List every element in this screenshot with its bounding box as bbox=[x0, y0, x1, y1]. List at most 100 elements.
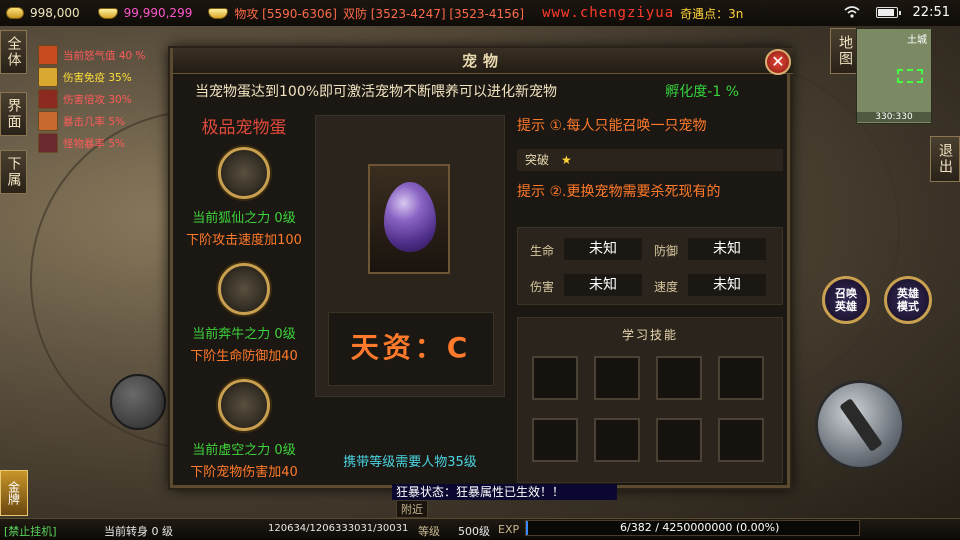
talent-grade: 天资：C bbox=[328, 312, 494, 386]
pet-dialog: 宠物 ✕ 当宠物蛋达到100%即可激活宠物不断喂养可以进化新宠物 孵化度-1 %… bbox=[170, 48, 793, 491]
pet-next: 下阶攻击速度加100 bbox=[186, 233, 302, 248]
buff-label: 伤害倍攻 30% bbox=[63, 93, 132, 106]
egg-list-title: 极品宠物蛋 bbox=[201, 118, 287, 138]
skill-slot[interactable] bbox=[532, 418, 578, 462]
hero-mode-label: 英雄 模式 bbox=[897, 287, 919, 313]
tab-all[interactable]: 全体 bbox=[0, 30, 27, 74]
gold-amount: 998,000 bbox=[30, 6, 80, 20]
skill-slot[interactable] bbox=[656, 418, 702, 462]
stat-value: 未知 bbox=[688, 274, 766, 296]
player-marker bbox=[897, 69, 923, 83]
skill-slot[interactable] bbox=[718, 418, 764, 462]
skill-slot[interactable] bbox=[532, 356, 578, 400]
breakthrough-row: 突破 ★ bbox=[517, 149, 783, 171]
summon-hero-button[interactable]: 召唤 英雄 bbox=[822, 276, 870, 324]
tip-one: 提示 ①.每人只能召唤一只宠物 bbox=[517, 118, 707, 134]
hp-readout: 120634/1206333031/30031 bbox=[268, 523, 409, 534]
tab-subordinates[interactable]: 下属 bbox=[0, 150, 27, 194]
carry-requirement: 携带等级需要人物35级 bbox=[343, 455, 477, 470]
stat-value: 未知 bbox=[564, 238, 642, 260]
summon-hero-label: 召唤 英雄 bbox=[835, 287, 857, 313]
buff-list: 当前怒气值 40 % 伤害免疫 35% 伤害倍攻 30% 暴击几率 5% 怪物暴… bbox=[38, 44, 146, 154]
status-bar: 998,000 99,990,299 物攻 [5590-6306] 双防 [35… bbox=[0, 0, 960, 26]
clock: 22:51 bbox=[912, 5, 950, 20]
site-url: www.chengziyua bbox=[542, 5, 675, 21]
break-label: 突破 bbox=[525, 153, 550, 167]
stat-label: 生命 bbox=[530, 244, 555, 258]
buff-item: 暴击几率 5% bbox=[38, 110, 146, 132]
star-icon: ★ bbox=[561, 153, 572, 167]
pet-next: 下阶宠物伤害加40 bbox=[190, 465, 298, 480]
skill-panel: 学习技能 bbox=[517, 317, 783, 483]
wifi-icon bbox=[844, 6, 860, 18]
ingot-icon bbox=[97, 7, 118, 19]
hatch-progress: 孵化度-1 % bbox=[665, 84, 739, 100]
pet-level: 当前奔牛之力 0级 bbox=[192, 327, 296, 342]
location-text: 奇遇点：3n bbox=[680, 6, 744, 21]
sword-icon bbox=[839, 398, 883, 452]
wolf-portrait-icon bbox=[218, 147, 270, 199]
autoplay-toggle[interactable]: [禁止挂机] bbox=[4, 523, 57, 539]
buff-label: 暴击几率 5% bbox=[63, 115, 125, 128]
skills-title: 学习技能 bbox=[621, 328, 678, 342]
minimap-name: 土城 bbox=[907, 35, 927, 46]
stat-label: 速度 bbox=[654, 280, 679, 294]
buff-item: 当前怒气值 40 % bbox=[38, 44, 146, 66]
skill-slot[interactable] bbox=[594, 418, 640, 462]
buff-item: 伤害倍攻 30% bbox=[38, 88, 146, 110]
stat-value: 未知 bbox=[688, 238, 766, 260]
egg-frame bbox=[368, 164, 450, 274]
dialog-title: 宠物 bbox=[173, 48, 793, 74]
drop-buff-icon bbox=[38, 133, 58, 153]
shield-buff-icon bbox=[38, 67, 58, 87]
level-value: 500级 bbox=[458, 525, 490, 538]
skill-slot[interactable] bbox=[656, 356, 702, 400]
skill-slot[interactable] bbox=[718, 356, 764, 400]
egg-display: 天资：C bbox=[315, 115, 505, 397]
close-button[interactable]: ✕ bbox=[765, 49, 791, 75]
pet-item[interactable]: 当前狐仙之力 0级 下阶攻击速度加100 bbox=[179, 147, 309, 248]
pet-stats: 生命 未知 防御 未知 伤害 未知 速度 未知 bbox=[517, 227, 783, 305]
stat-label: 伤害 bbox=[530, 280, 555, 294]
exp-fill bbox=[526, 521, 528, 535]
pet-egg-list: 极品宠物蛋 当前狐仙之力 0级 下阶攻击速度加100 当前奔牛之力 0级 下阶生… bbox=[179, 111, 309, 491]
minimap[interactable]: 土城 330:330 bbox=[856, 28, 932, 124]
ingot-icon bbox=[208, 7, 229, 19]
exp-readout: 6/382 / 4250000000 (0.00%) bbox=[620, 521, 780, 534]
game-scene: 998,000 99,990,299 物攻 [5590-6306] 双防 [35… bbox=[0, 0, 960, 540]
gold-icon bbox=[6, 7, 24, 19]
yuanbao-amount: 99,990,299 bbox=[123, 6, 193, 20]
exit-button[interactable]: 退出 bbox=[930, 136, 960, 182]
attack-buff-icon bbox=[38, 89, 58, 109]
hero-mode-button[interactable]: 英雄 模式 bbox=[884, 276, 932, 324]
void-portrait-icon bbox=[218, 379, 270, 431]
pet-info: 提示 ①.每人只能召唤一只宠物 突破 ★ 提示 ②.更换宠物需要杀死现有的 生命 … bbox=[517, 115, 783, 485]
joystick[interactable] bbox=[110, 374, 166, 430]
minimap-coord: 330:330 bbox=[857, 112, 931, 122]
buff-label: 当前怒气值 40 % bbox=[63, 49, 146, 62]
tip-two: 提示 ②.更换宠物需要杀死现有的 bbox=[517, 184, 721, 200]
nearby-button[interactable]: 附近 bbox=[396, 500, 428, 518]
crit-buff-icon bbox=[38, 111, 58, 131]
buff-label: 伤害免疫 35% bbox=[63, 71, 132, 84]
egg-icon bbox=[384, 182, 436, 252]
stat-value: 未知 bbox=[564, 274, 642, 296]
rebirth-level: 当前转身 0 级 bbox=[104, 525, 173, 538]
stat-label: 防御 bbox=[654, 244, 679, 258]
buff-item: 伤害免疫 35% bbox=[38, 66, 146, 88]
attack-button[interactable] bbox=[815, 380, 905, 470]
level-label: 等级 bbox=[418, 525, 440, 538]
tab-interface[interactable]: 界面 bbox=[0, 92, 27, 136]
exp-label: EXP bbox=[498, 523, 520, 536]
pet-next: 下阶生命防御加40 bbox=[190, 349, 298, 364]
bull-portrait-icon bbox=[218, 263, 270, 315]
pet-item[interactable]: 当前虚空之力 0级 下阶宠物伤害加40 bbox=[179, 379, 309, 480]
pet-level: 当前虚空之力 0级 bbox=[192, 443, 296, 458]
defense-stat: 双防 [3523-4247] [3523-4156] bbox=[342, 6, 525, 21]
skill-slot[interactable] bbox=[594, 356, 640, 400]
pet-item[interactable]: 当前奔牛之力 0级 下阶生命防御加40 bbox=[179, 263, 309, 364]
buff-label: 怪物暴率 5% bbox=[63, 137, 125, 150]
battery-icon bbox=[876, 7, 901, 18]
gold-card-button[interactable]: 金牌 bbox=[0, 470, 28, 516]
buff-item: 怪物暴率 5% bbox=[38, 132, 146, 154]
